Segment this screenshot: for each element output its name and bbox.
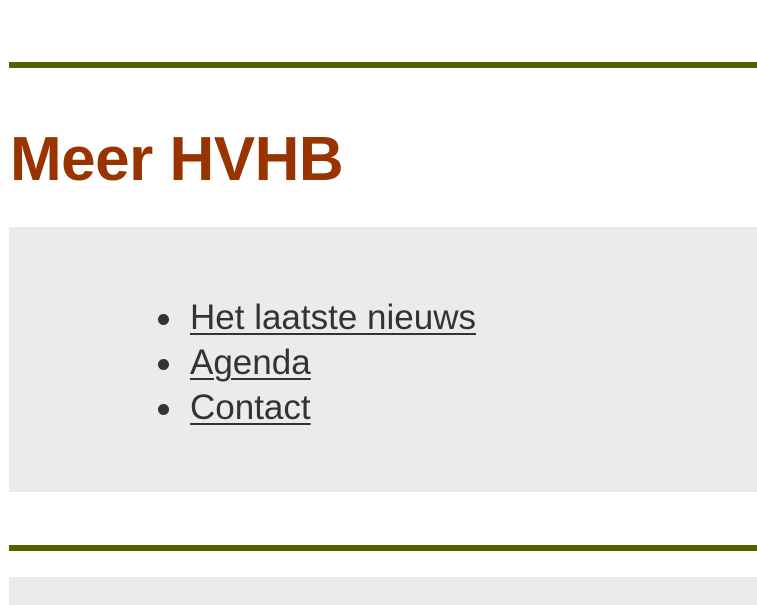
bullet-icon <box>158 359 169 370</box>
links-panel: Het laatste nieuws Agenda Contact <box>9 227 757 492</box>
bullet-icon <box>158 404 169 415</box>
contact-link[interactable]: Contact <box>190 388 311 427</box>
bottom-divider <box>9 545 757 551</box>
page: Meer HVHB Het laatste nieuws Agenda Cont… <box>0 0 757 605</box>
quick-links-list: Het laatste nieuws Agenda Contact <box>149 295 476 430</box>
next-panel <box>9 577 757 605</box>
list-item-latest-news: Het laatste nieuws <box>149 295 476 340</box>
bullet-icon <box>158 314 169 325</box>
section-title: Meer HVHB <box>10 125 344 194</box>
top-divider <box>9 62 757 68</box>
list-item-agenda: Agenda <box>149 340 476 385</box>
agenda-link[interactable]: Agenda <box>190 343 311 382</box>
list-item-contact: Contact <box>149 385 476 430</box>
latest-news-link[interactable]: Het laatste nieuws <box>190 298 476 337</box>
